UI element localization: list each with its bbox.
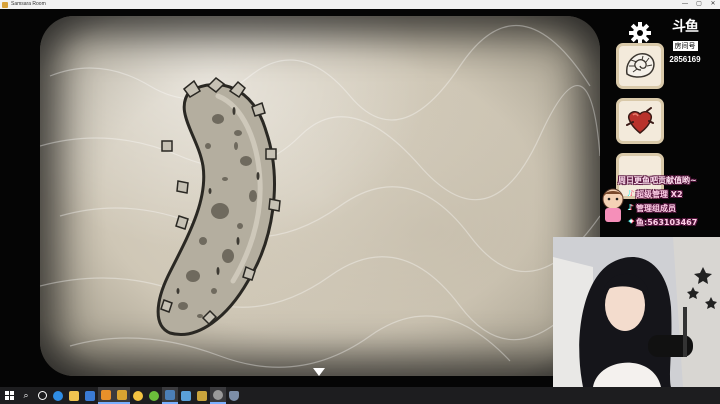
shield-icon[interactable] [226, 387, 242, 404]
game-window: Samsara Room — ▢ ✕ 斗鱼 房间号 2856169 周日更鱼吧贡… [0, 0, 720, 404]
room-label: 房间号 [672, 41, 698, 51]
chat-line-3: 管理组成员 [636, 204, 676, 213]
heart-icon [626, 107, 654, 135]
search-icon[interactable]: ⌕ [18, 387, 34, 404]
window-title: Samsara Room [11, 1, 46, 7]
app-o-icon[interactable] [130, 387, 146, 404]
settings-gear-icon[interactable] [628, 21, 652, 45]
store-icon[interactable] [82, 387, 98, 404]
chat-line-2: 超级管理 X2 [636, 190, 683, 199]
douyin-icon-2: ♪ [628, 203, 634, 212]
fish-icon: ✦ [628, 217, 635, 226]
steam-icon[interactable] [162, 387, 178, 404]
minimize-button[interactable]: — [678, 0, 692, 9]
app-green-icon[interactable] [146, 387, 162, 404]
windows-taskbar: ⌕ [0, 387, 720, 404]
task-view-icon[interactable] [34, 387, 50, 404]
navigate-down-arrow[interactable] [313, 368, 325, 376]
stream-watermark: 斗鱼 房间号 2856169 [664, 19, 706, 65]
water-caustics [40, 24, 600, 368]
app-icon [2, 1, 8, 8]
nautilus-shell-icon [626, 53, 655, 78]
title-bar[interactable]: Samsara Room — ▢ ✕ [0, 0, 720, 9]
douyu-logo: 斗鱼 [672, 19, 699, 35]
explorer-icon[interactable] [66, 387, 82, 404]
maximize-button[interactable]: ▢ [692, 0, 706, 9]
close-button[interactable]: ✕ [706, 0, 720, 9]
room-number: 2856169 [669, 55, 701, 64]
sea-cucumber[interactable] [148, 71, 298, 351]
app-orange-icon[interactable] [98, 387, 114, 404]
webcam-image [553, 237, 720, 387]
app-bird-icon[interactable] [178, 387, 194, 404]
obs-icon[interactable] [210, 387, 226, 404]
streamer-webcam [553, 237, 720, 387]
mascot-sticker-icon [602, 188, 624, 222]
app-g-icon[interactable] [114, 387, 130, 404]
chat-overlay: 周日更鱼吧贡献值哟~ ♪ 超级管理 X2 ♪ 管理组成员 ✦ 鱼:5631034… [598, 175, 720, 233]
douyin-icon: ♪ [628, 189, 634, 198]
inventory-slot-1[interactable] [616, 43, 664, 89]
app-l-icon[interactable] [194, 387, 210, 404]
edge-icon[interactable] [50, 387, 66, 404]
inventory-slot-2[interactable] [616, 98, 664, 144]
chat-line-1: 周日更鱼吧贡献值哟~ [618, 176, 697, 185]
start-button[interactable] [0, 387, 18, 404]
chat-line-4: 鱼:563103467 [636, 218, 698, 227]
game-scene[interactable] [40, 16, 600, 376]
